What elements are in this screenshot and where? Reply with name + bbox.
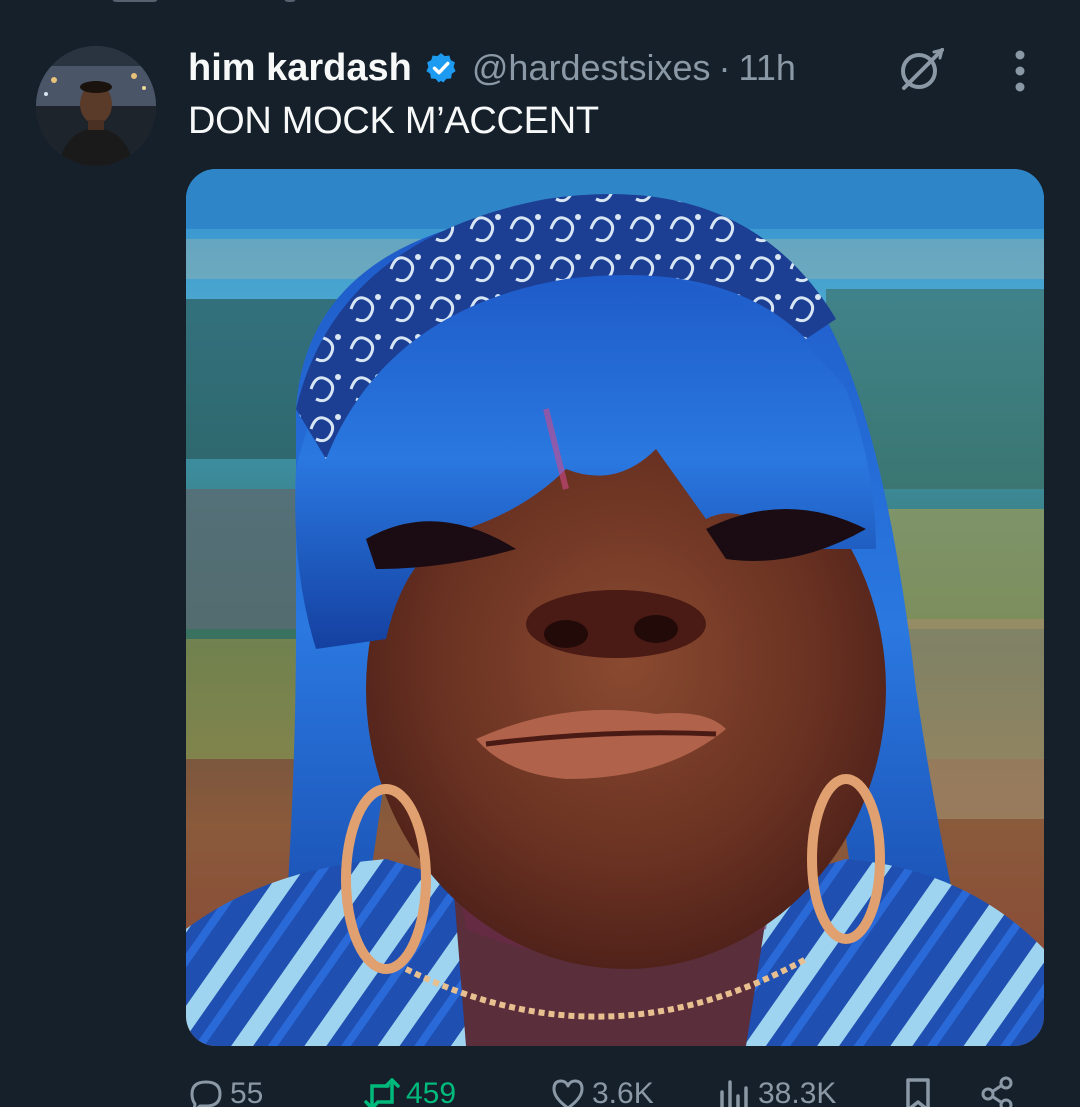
author-avatar[interactable] [36, 46, 156, 166]
author-handle[interactable]: @hardestsixes [472, 47, 711, 89]
post-media-image[interactable] [186, 169, 1044, 1046]
reply-count: 55 [230, 1077, 264, 1107]
views-count: 38.3K [758, 1077, 837, 1107]
share-icon [981, 1076, 1013, 1107]
views-button[interactable]: 38.3K [714, 1074, 836, 1107]
bookmark-button[interactable] [898, 1074, 938, 1107]
post-timestamp[interactable]: 11h [739, 47, 796, 89]
reply-icon [190, 1080, 222, 1107]
repost-icon [364, 1078, 400, 1107]
like-icon [552, 1079, 584, 1107]
reply-button[interactable]: 55 [186, 1074, 263, 1107]
post-text: DON MOCK M’ACCENT [188, 100, 599, 142]
like-count: 3.6K [592, 1077, 654, 1107]
repost-button[interactable]: 459 [362, 1074, 456, 1107]
meta-separator: · [718, 47, 731, 88]
display-name[interactable]: him kardash [188, 47, 412, 90]
previous-post-actions-fragment [0, 0, 1080, 8]
bookmark-icon [906, 1078, 930, 1107]
views-icon [720, 1080, 748, 1107]
tweet-view: him kardash @hardestsixes · 11h DON MOCK… [0, 0, 1080, 1107]
more-options-icon[interactable] [1006, 46, 1034, 96]
post-actions: 55 459 3.6K 38.3K [186, 1074, 1046, 1107]
post-header: him kardash @hardestsixes · 11h [188, 40, 1058, 96]
verified-badge-icon [426, 53, 456, 83]
share-button[interactable] [978, 1074, 1018, 1107]
avatar-image [36, 46, 156, 166]
media-illustration [186, 169, 1044, 1046]
repost-count: 459 [406, 1077, 457, 1107]
grok-icon[interactable] [894, 42, 948, 96]
like-button[interactable]: 3.6K [548, 1074, 654, 1107]
